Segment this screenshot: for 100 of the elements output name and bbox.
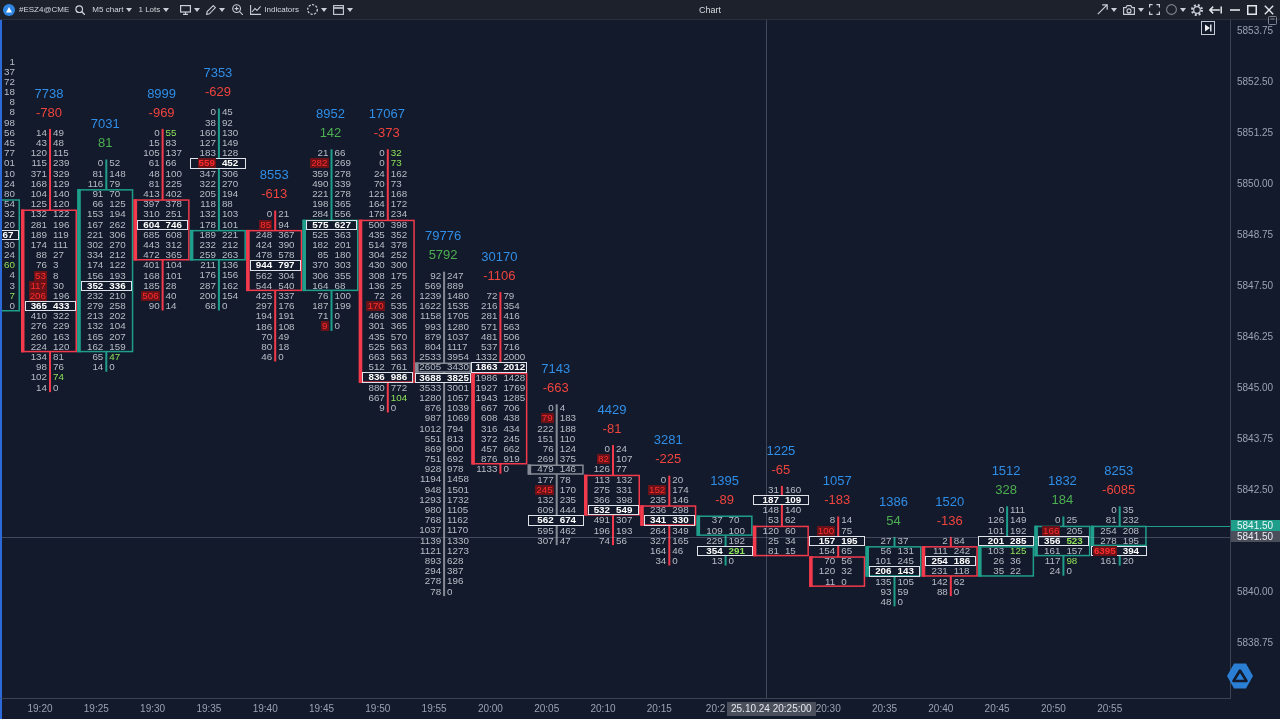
ask-value: 193 xyxy=(109,270,126,281)
bid-value: 301 xyxy=(368,321,385,332)
ask-value: 137 xyxy=(165,148,182,159)
arrow-dropdown[interactable] xyxy=(1097,4,1117,15)
ask-value: 45 xyxy=(221,107,233,118)
skip-to-end-icon[interactable] xyxy=(1201,21,1215,35)
line-chart-icon xyxy=(250,4,262,15)
bid-value: 435 xyxy=(368,229,385,240)
ask-value: 100 xyxy=(165,168,182,179)
expand-icon[interactable] xyxy=(1149,4,1160,15)
ask-value: 118 xyxy=(953,566,970,577)
ask-value: 49 xyxy=(53,127,64,138)
maximize-icon[interactable] xyxy=(1247,4,1257,15)
window-dropdown[interactable] xyxy=(332,4,353,15)
bar-delta: 54 xyxy=(886,511,901,530)
bid-value: 322 xyxy=(199,178,216,189)
ask-value: 73 xyxy=(390,178,402,189)
lots-dropdown[interactable]: 1 Lots xyxy=(138,5,170,14)
ask-value: 307 xyxy=(616,515,633,526)
circle-dropdown[interactable] xyxy=(1166,4,1186,15)
bid-value: 506 xyxy=(141,290,160,301)
ask-value: 76 xyxy=(53,362,64,373)
app-logo-icon[interactable] xyxy=(3,3,15,16)
bid-value: 14 xyxy=(92,362,104,373)
bid-value: 478 xyxy=(255,250,273,261)
ask-value: 21 xyxy=(278,209,290,220)
bid-value: 532 xyxy=(593,505,610,516)
close-icon[interactable] xyxy=(1264,4,1274,15)
instrument-selector[interactable]: #ESZ4@CME xyxy=(19,5,70,14)
bid-value: 88 xyxy=(936,586,948,597)
bid-value: 544 xyxy=(255,280,273,291)
ask-value: 140 xyxy=(53,189,70,199)
ask-value: 104 xyxy=(109,321,126,332)
bar-delta: -81 xyxy=(602,419,622,438)
monitor-dropdown[interactable] xyxy=(180,4,201,15)
ask-value: 143 xyxy=(897,566,914,577)
ask-value: 70 xyxy=(728,515,740,526)
ask-value: 355 xyxy=(334,270,351,281)
bid-value: 245 xyxy=(535,484,554,495)
settings-icon[interactable] xyxy=(1191,3,1203,16)
ask-value: 196 xyxy=(53,219,70,230)
caret-icon xyxy=(126,7,133,12)
ask-value: 68 xyxy=(334,280,346,291)
ask-value: 234 xyxy=(390,209,408,220)
bid-value: 105 xyxy=(143,148,160,159)
bid-value: 608 xyxy=(481,413,498,424)
ask-value: 570 xyxy=(390,331,408,342)
arrow-left-icon[interactable] xyxy=(1209,5,1222,14)
ask-value: 174 xyxy=(672,484,689,495)
bid-value: 11 xyxy=(825,576,836,587)
indicators-button[interactable]: Indicators xyxy=(250,4,299,15)
ask-value: 162 xyxy=(390,168,408,179)
bid-value: 85 xyxy=(317,250,329,261)
ask-value: 120 xyxy=(53,341,70,352)
bid-value: 413 xyxy=(143,189,160,199)
ask-value: 251 xyxy=(165,209,182,220)
bid-value: 221 xyxy=(312,189,329,200)
bid-value: 279 xyxy=(86,301,104,312)
caret-icon xyxy=(1111,7,1117,12)
ask-value: 434 xyxy=(503,423,520,434)
ask-value: 78 xyxy=(559,474,571,485)
small-square-icon[interactable] xyxy=(1268,16,1277,25)
bid-value: 126 xyxy=(593,464,610,475)
ask-value: 136 xyxy=(221,260,239,271)
circle-dropdown[interactable] xyxy=(306,4,327,15)
bid-value: 88 xyxy=(36,250,47,261)
time-label: 19:55 xyxy=(421,703,447,715)
zoom-in-icon[interactable] xyxy=(232,4,244,15)
ask-value: 1769 xyxy=(503,382,526,393)
bid-value: 1863 xyxy=(475,362,498,373)
ask-value: 212 xyxy=(109,250,126,261)
search-icon[interactable] xyxy=(75,4,86,15)
ask-value: 54 xyxy=(4,199,15,210)
bid-value: 275 xyxy=(593,484,610,495)
ask-value: 262 xyxy=(109,219,126,230)
bid-value: 359 xyxy=(312,168,329,179)
time-label: 20:15 xyxy=(646,703,672,715)
bid-value: 254 xyxy=(931,556,948,567)
bar-delta: 184 xyxy=(1051,491,1074,510)
bar-delta: -136 xyxy=(936,511,963,530)
time-label: 20:40 xyxy=(928,703,954,715)
caret-icon xyxy=(194,7,201,12)
ask-value: 761 xyxy=(390,362,408,373)
bid-value: 372 xyxy=(481,433,498,444)
ask-value: 122 xyxy=(109,260,126,271)
bid-value: 104 xyxy=(30,189,47,199)
bid-value: 663 xyxy=(368,352,385,363)
drawing-dropdown[interactable] xyxy=(206,4,226,15)
bid-value: 14 xyxy=(36,127,47,138)
ask-value: 263 xyxy=(221,250,239,261)
bid-value: 178 xyxy=(368,209,385,220)
ask-value: 98 xyxy=(4,117,15,128)
ask-value: 125 xyxy=(109,199,126,210)
timeframe-dropdown[interactable]: M5 chart xyxy=(92,5,133,14)
camera-dropdown[interactable] xyxy=(1123,4,1144,15)
bid-value: 65 xyxy=(92,352,104,363)
minimize-icon[interactable] xyxy=(1230,8,1240,11)
bid-value: 685 xyxy=(143,229,160,240)
crosshair-price-label: 5841.50 xyxy=(1231,531,1280,542)
ask-value: 258 xyxy=(109,301,126,312)
